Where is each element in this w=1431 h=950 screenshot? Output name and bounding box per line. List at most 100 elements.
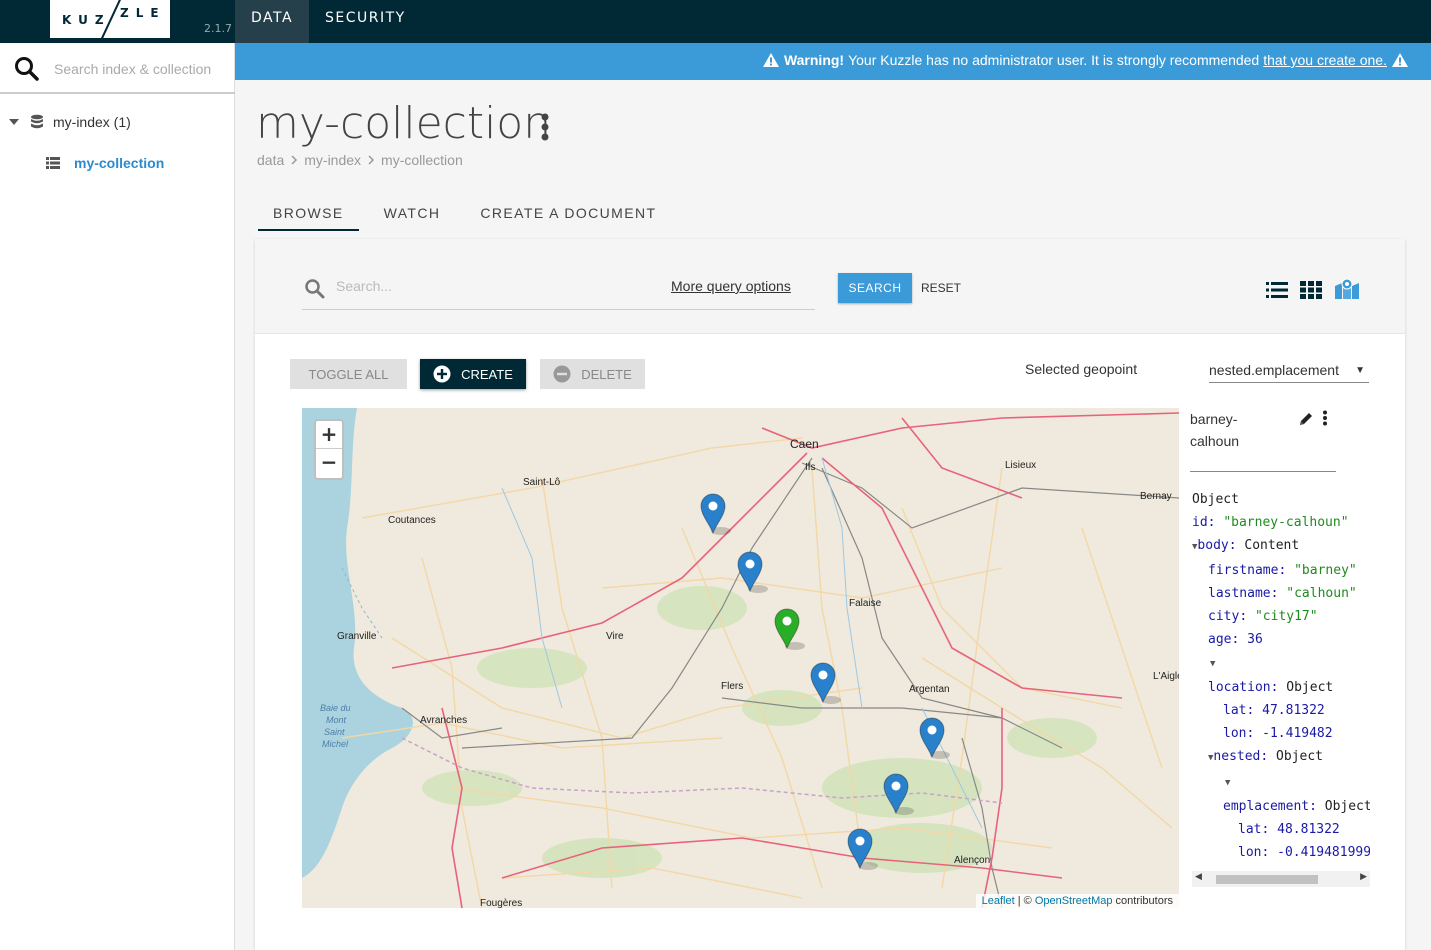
json-line: lat: 47.81322 xyxy=(1223,703,1325,718)
document-separator xyxy=(1190,471,1336,472)
sidebar-item-my-index[interactable]: my-index (1) xyxy=(8,114,131,130)
json-line[interactable]: ▼nested: Object xyxy=(1192,745,1370,770)
svg-text:Coutances: Coutances xyxy=(388,515,436,526)
page-title: my-collection xyxy=(256,98,552,149)
zoom-control: + − xyxy=(314,419,344,480)
zoom-out-button[interactable]: − xyxy=(316,449,342,477)
scroll-right-icon[interactable]: ▶ xyxy=(1360,872,1367,882)
json-line: location: Object xyxy=(1208,680,1334,695)
quick-search-input[interactable] xyxy=(336,278,636,294)
expand-caret-icon[interactable]: ▼ xyxy=(1225,778,1230,788)
json-line: emplacement: Object xyxy=(1223,799,1370,814)
svg-text:Flers: Flers xyxy=(721,681,743,692)
breadcrumb-index[interactable]: my-index xyxy=(304,152,361,168)
svg-text:Granville: Granville xyxy=(337,631,377,642)
tab-create-document[interactable]: CREATE A DOCUMENT xyxy=(465,195,671,231)
json-line: firstname: "barney" xyxy=(1208,563,1357,578)
add-circle-icon xyxy=(433,365,451,383)
create-button-label: CREATE xyxy=(461,366,513,382)
json-line[interactable]: ▼ xyxy=(1192,651,1370,676)
document-panel: barney-calhoun Object id: "barney-calhou… xyxy=(1180,408,1370,908)
pencil-icon[interactable] xyxy=(1298,411,1314,431)
json-line: lon: -0.419481999 xyxy=(1238,845,1370,860)
scrollbar-thumb[interactable] xyxy=(1216,875,1318,884)
svg-text:Saint-Lô: Saint-Lô xyxy=(523,477,561,488)
svg-text:Bernay: Bernay xyxy=(1140,491,1172,502)
map-tiles[interactable]: Caen Ifs Lisieux Saint-Lô Bernay Coutanc… xyxy=(302,408,1179,908)
search-icon xyxy=(305,279,325,299)
svg-text:Michel: Michel xyxy=(322,739,349,749)
json-line: age: 36 xyxy=(1208,632,1263,647)
json-line[interactable]: ▼body: Content xyxy=(1192,534,1370,559)
json-line[interactable]: ▼ xyxy=(1192,770,1370,795)
more-query-options-link[interactable]: More query options xyxy=(671,278,791,294)
svg-text:Ifs: Ifs xyxy=(805,462,816,473)
svg-text:Argentan: Argentan xyxy=(909,684,950,695)
json-line: lat: 48.81322 xyxy=(1238,822,1340,837)
tab-browse[interactable]: BROWSE xyxy=(258,195,359,231)
delete-button[interactable]: DELETE xyxy=(540,359,645,389)
collection-tabs: BROWSE WATCH CREATE A DOCUMENT xyxy=(258,195,681,231)
create-button[interactable]: CREATE xyxy=(420,359,526,389)
warning-icon xyxy=(762,53,779,67)
reset-button[interactable]: RESET xyxy=(921,273,961,303)
nav-tab-security[interactable]: SECURITY xyxy=(309,0,422,43)
sidebar-index-label: my-index (1) xyxy=(53,114,131,130)
map-view-icon[interactable] xyxy=(1334,278,1360,300)
logo-text-left: KUZ xyxy=(62,13,111,27)
expand-caret-icon[interactable]: ▼ xyxy=(1210,659,1215,669)
json-line: lon: -1.419482 xyxy=(1223,726,1333,741)
nav-tab-data[interactable]: DATA xyxy=(235,0,310,43)
grid-view-icon[interactable] xyxy=(1300,281,1322,299)
chevron-right-icon xyxy=(368,155,375,165)
svg-text:Alençon: Alençon xyxy=(954,855,990,866)
sidebar-collection-label: my-collection xyxy=(74,155,165,171)
kuzzle-logo[interactable]: KUZ ZLE xyxy=(50,0,170,41)
json-line: lastname: "calhoun" xyxy=(1208,586,1357,601)
geopoint-select[interactable]: nested.emplacement ▼ xyxy=(1209,362,1369,383)
sidebar-search-input[interactable] xyxy=(54,57,229,81)
json-line: id: "barney-calhoun" xyxy=(1192,515,1349,530)
svg-text:Fougères: Fougères xyxy=(480,898,522,908)
scroll-left-icon[interactable]: ◀ xyxy=(1195,872,1202,882)
sidebar-item-my-collection[interactable]: my-collection xyxy=(46,155,164,171)
attribution-sep: | © xyxy=(1014,895,1035,907)
breadcrumb-data[interactable]: data xyxy=(257,152,284,168)
horizontal-scrollbar[interactable]: ◀ ▶ xyxy=(1192,871,1370,887)
create-admin-link[interactable]: that you create one. xyxy=(1263,52,1387,68)
breadcrumb-collection[interactable]: my-collection xyxy=(381,152,463,168)
svg-text:Saint: Saint xyxy=(324,727,345,737)
map-view[interactable]: Caen Ifs Lisieux Saint-Lô Bernay Coutanc… xyxy=(302,408,1179,908)
search-button[interactable]: SEARCH xyxy=(838,273,912,303)
warning-bold: Warning! xyxy=(783,52,845,68)
tab-watch[interactable]: WATCH xyxy=(369,195,456,231)
osm-link[interactable]: OpenStreetMap xyxy=(1035,895,1113,907)
document-json: Object id: "barney-calhoun" ▼body: Conte… xyxy=(1192,488,1370,864)
toggle-all-button[interactable]: TOGGLE ALL xyxy=(290,359,407,389)
warning-text: Your Kuzzle has no administrator user. I… xyxy=(848,52,1260,68)
svg-text:Lisieux: Lisieux xyxy=(1005,460,1036,471)
attribution-tail: contributors xyxy=(1112,895,1173,907)
collection-menu-icon[interactable] xyxy=(540,113,550,145)
delete-button-label: DELETE xyxy=(581,366,632,382)
caret-down-icon[interactable] xyxy=(8,116,20,128)
zoom-in-button[interactable]: + xyxy=(316,421,342,449)
svg-text:Caen: Caen xyxy=(790,437,819,451)
search-icon xyxy=(14,56,40,86)
browse-card: More query options SEARCH RESET TOGGLE A… xyxy=(255,239,1405,950)
leaflet-link[interactable]: Leaflet xyxy=(982,895,1015,907)
version-label: 2.1.7 xyxy=(204,22,232,35)
document-menu-icon[interactable] xyxy=(1322,410,1328,430)
remove-circle-icon xyxy=(553,365,571,383)
list-view-icon[interactable] xyxy=(1266,281,1288,299)
query-bar: More query options SEARCH RESET xyxy=(255,239,1405,334)
warning-icon xyxy=(1392,53,1408,67)
database-icon xyxy=(31,114,43,129)
json-line: Object xyxy=(1192,492,1239,507)
logo-text-right: ZLE xyxy=(120,6,166,20)
json-line: city: "city17" xyxy=(1208,609,1318,624)
svg-text:L'Aigle: L'Aigle xyxy=(1153,671,1179,682)
svg-text:Falaise: Falaise xyxy=(849,598,882,609)
map-attribution: Leaflet | © OpenStreetMap contributors xyxy=(975,894,1179,908)
chevron-right-icon xyxy=(291,155,298,165)
